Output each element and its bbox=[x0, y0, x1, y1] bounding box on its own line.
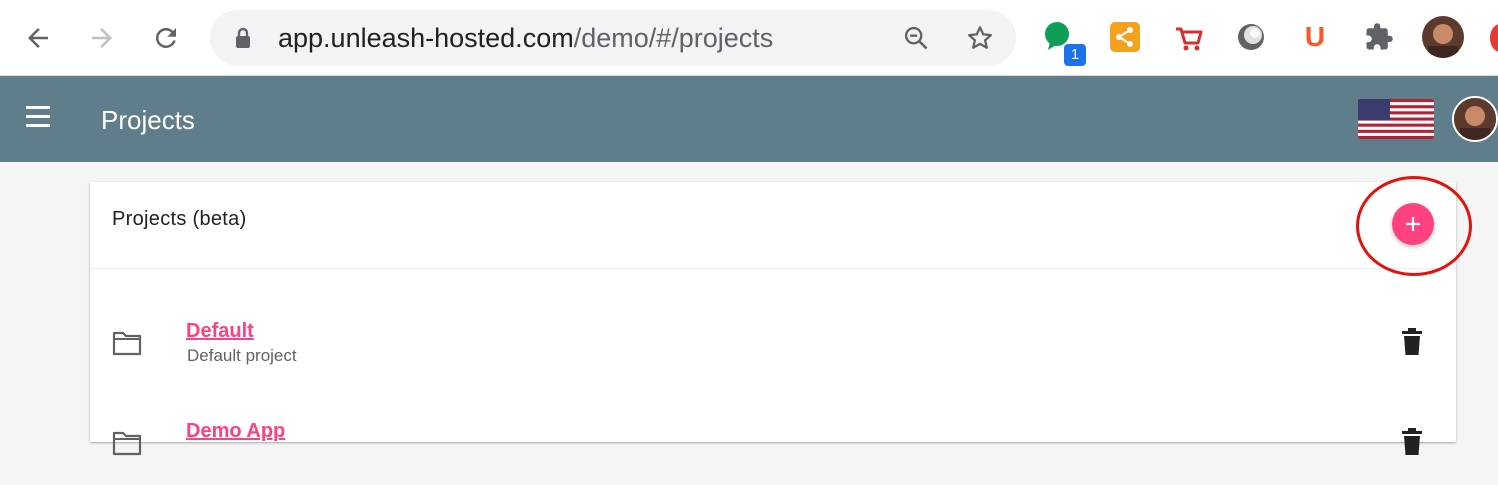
card-title: Projects (beta) bbox=[112, 208, 247, 230]
projects-card: Projects (beta) Default Default project … bbox=[90, 182, 1456, 456]
extensions-button[interactable] bbox=[1362, 20, 1396, 54]
add-project-button[interactable] bbox=[1392, 203, 1434, 245]
user-photo-icon bbox=[1454, 98, 1496, 140]
user-photo-icon bbox=[1422, 16, 1464, 58]
page-title: Projects bbox=[101, 105, 195, 135]
project-description: Default project bbox=[187, 346, 297, 365]
project-link[interactable]: Default bbox=[186, 319, 254, 343]
project-row[interactable]: Demo App bbox=[90, 407, 1456, 485]
reload-icon bbox=[155, 27, 176, 48]
orange-share-icon bbox=[1110, 22, 1140, 52]
folder-icon bbox=[112, 431, 142, 456]
us-flag-icon[interactable] bbox=[1358, 99, 1434, 139]
extension-cart[interactable] bbox=[1172, 20, 1206, 54]
zoom-button[interactable] bbox=[900, 22, 932, 54]
u-logo: U bbox=[1304, 21, 1326, 52]
extension-chat[interactable]: 1 bbox=[1042, 20, 1086, 66]
user-avatar[interactable] bbox=[1452, 96, 1498, 142]
folder-icon bbox=[112, 331, 142, 356]
reload-button[interactable] bbox=[146, 18, 186, 58]
puzzle-icon bbox=[1366, 23, 1393, 50]
bookmark-button[interactable] bbox=[964, 22, 996, 54]
profile-avatar[interactable] bbox=[1422, 16, 1464, 58]
trash-icon[interactable] bbox=[1400, 428, 1424, 456]
card-header: Projects (beta) bbox=[90, 182, 1456, 269]
extension-sphere[interactable] bbox=[1234, 20, 1268, 54]
url-text[interactable]: app.unleash-hosted.com/demo/#/projects bbox=[278, 22, 773, 54]
profile-partial-icon bbox=[1490, 24, 1498, 52]
project-row[interactable]: Default Default project bbox=[90, 307, 1456, 385]
extension-badge: 1 bbox=[1064, 44, 1086, 66]
extension-share[interactable] bbox=[1108, 20, 1142, 54]
browser-toolbar: app.unleash-hosted.com/demo/#/projects 1… bbox=[0, 0, 1498, 76]
project-link[interactable]: Demo App bbox=[186, 419, 285, 443]
back-button[interactable] bbox=[18, 18, 58, 58]
forward-arrow-icon bbox=[92, 28, 112, 48]
url-host: app.unleash-hosted.com bbox=[278, 23, 574, 53]
back-arrow-icon bbox=[28, 28, 48, 48]
trash-icon[interactable] bbox=[1400, 328, 1424, 356]
zoom-out-icon bbox=[904, 26, 928, 50]
app-bar: Projects bbox=[0, 76, 1498, 162]
extension-u[interactable]: U bbox=[1298, 20, 1332, 54]
star-icon bbox=[968, 26, 992, 49]
grey-sphere-icon bbox=[1238, 24, 1264, 50]
plus-icon bbox=[1406, 217, 1420, 231]
url-path: /demo/#/projects bbox=[573, 23, 774, 53]
red-cart-icon bbox=[1176, 27, 1203, 51]
hamburger-menu-icon[interactable] bbox=[26, 106, 56, 132]
address-bar[interactable]: app.unleash-hosted.com/demo/#/projects bbox=[210, 10, 1016, 66]
lock-icon bbox=[236, 27, 250, 48]
forward-button[interactable] bbox=[82, 18, 122, 58]
